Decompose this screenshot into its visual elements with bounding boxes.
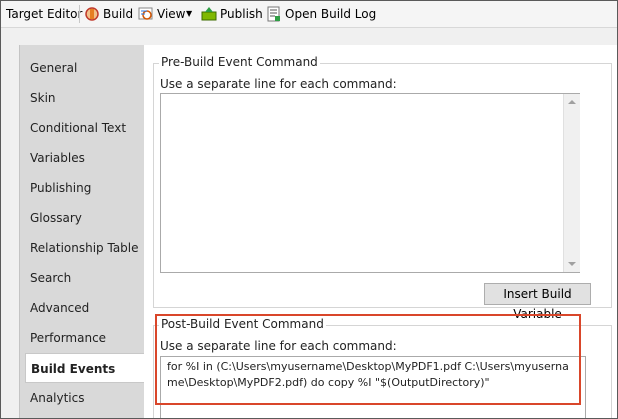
post-build-group: Post-Build Event Command Use a separate … (153, 317, 612, 418)
view-icon (138, 6, 154, 22)
open-build-log-label: Open Build Log (285, 7, 377, 21)
build-log-icon (266, 6, 282, 22)
sidebar-item-skin[interactable]: Skin (20, 83, 145, 113)
publish-label: Publish (220, 7, 263, 21)
pre-build-group: Pre-Build Event Command Use a separate l… (153, 55, 612, 321)
sidebar-item-performance[interactable]: Performance (20, 323, 145, 353)
post-build-title: Post-Build Event Command (159, 317, 326, 331)
build-icon (84, 6, 100, 22)
sidebar-item-search[interactable]: Search (20, 263, 145, 293)
editor-title: Target Editor (6, 7, 83, 21)
sidebar-item-conditional-text[interactable]: Conditional Text (20, 113, 145, 143)
toolbar: Target Editor Build View ▼ Publish Open … (1, 1, 617, 28)
view-button[interactable]: View (138, 5, 185, 23)
build-button[interactable]: Build (84, 5, 133, 23)
pre-build-hint: Use a separate line for each command: (160, 77, 397, 91)
publish-icon (201, 6, 217, 22)
sidebar-item-variables[interactable]: Variables (20, 143, 145, 173)
pre-build-title: Pre-Build Event Command (159, 55, 320, 69)
view-dropdown-arrow-icon[interactable]: ▼ (186, 5, 192, 23)
build-label: Build (103, 7, 134, 21)
sidebar-item-build-events[interactable]: Build Events (25, 353, 150, 383)
open-build-log-button[interactable]: Open Build Log (266, 5, 376, 23)
view-label: View (157, 7, 186, 21)
sidebar-item-general[interactable]: General (20, 53, 145, 83)
target-editor-window: Target Editor Build View ▼ Publish Open … (0, 0, 618, 419)
sidebar-item-analytics[interactable]: Analytics (20, 383, 145, 413)
sidebar-item-publishing[interactable]: Publishing (20, 173, 145, 203)
post-build-hint: Use a separate line for each command: (160, 339, 397, 353)
pre-build-command-textarea[interactable] (160, 93, 580, 273)
sidebar-item-relationship-table[interactable]: Relationship Table (20, 233, 145, 263)
post-build-command-textarea[interactable]: for %I in (C:\Users\myusername\Desktop\M… (160, 356, 586, 418)
publish-button[interactable]: Publish (201, 5, 263, 23)
sidebar-nav: General Skin Conditional Text Variables … (19, 45, 150, 418)
toolbar-separator (79, 5, 80, 23)
sidebar-item-glossary[interactable]: Glossary (20, 203, 145, 233)
sidebar-item-advanced[interactable]: Advanced (20, 293, 145, 323)
build-events-panel: Pre-Build Event Command Use a separate l… (144, 45, 617, 418)
insert-build-variable-button[interactable]: Insert Build Variable (484, 283, 591, 321)
